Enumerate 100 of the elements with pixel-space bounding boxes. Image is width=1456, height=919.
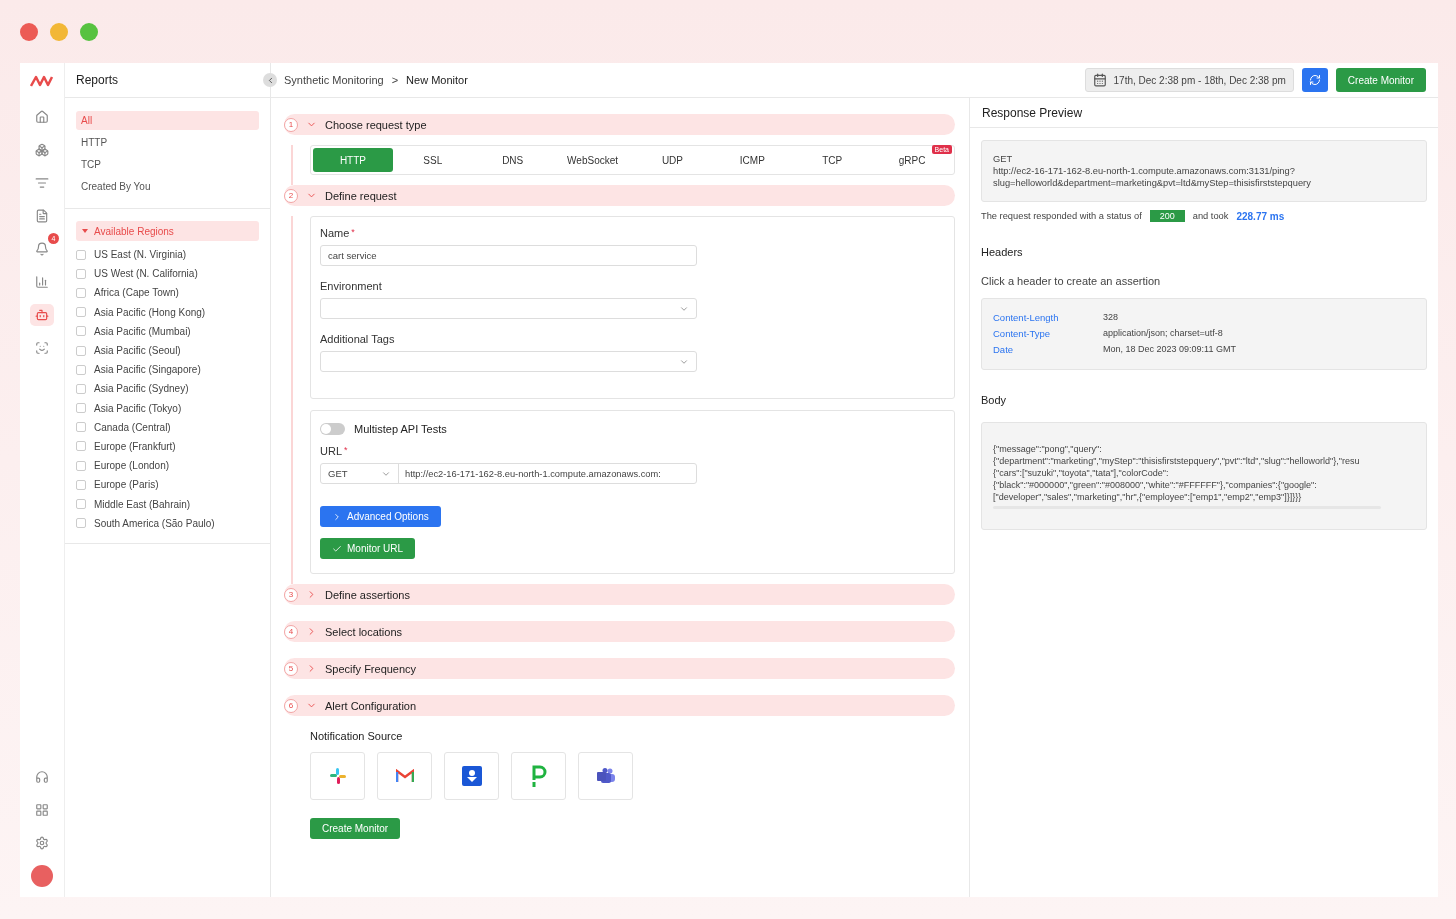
step-header[interactable]: 1 Choose request type [284,114,955,135]
robot-icon[interactable] [30,304,54,326]
date-range-picker[interactable]: 17th, Dec 2:38 pm - 18th, Dec 2:38 pm [1084,68,1294,92]
notification-source-button[interactable] [444,752,499,800]
mail-icon [395,769,414,783]
request-type-tab[interactable]: TCP [792,148,873,172]
region-label: Europe (Paris) [94,479,159,491]
checkbox[interactable] [76,268,86,279]
checkbox[interactable] [76,364,86,375]
step-header[interactable]: 3 Define assertions [284,584,955,605]
name-field[interactable]: cart service [320,245,697,266]
step-title: Define request [325,189,397,202]
field-label: Additional Tags [320,333,396,345]
create-monitor-button[interactable]: Create Monitor [310,818,401,839]
header-name[interactable]: Content-Length [993,311,1103,323]
header-name[interactable]: Content-Type [993,327,1103,339]
region-label: Europe (London) [94,460,170,472]
request-type-tab[interactable]: WebSocket [552,148,633,172]
tags-dropdown[interactable] [320,351,697,372]
step-number: 1 [284,117,298,132]
download-icon [461,766,482,786]
toggle-label: Multistep API Tests [354,423,447,435]
status-text: and took [1192,211,1229,221]
checkbox[interactable] [76,422,86,433]
header-name[interactable]: Date [993,343,1103,355]
chevron-right-icon [332,511,342,522]
step-header[interactable]: 6 Alert Configuration [284,695,955,716]
body-line: {"black":"#000000","green":"#008000","white":"#FFFFFF"},"companies":{"google": [993,479,1318,491]
monitor-url-button[interactable]: Monitor URL [320,538,416,559]
checkbox[interactable] [76,307,86,318]
team-icon [595,768,616,784]
advanced-options-button[interactable]: Advanced Options [320,506,441,527]
step-title: Select locations [325,625,403,638]
check-icon [332,543,342,554]
close-window-button[interactable] [20,22,38,41]
maximize-window-button[interactable] [80,22,98,41]
breadcrumb-link[interactable]: Synthetic Monitoring [284,74,384,86]
step-number: 2 [284,188,298,203]
request-type-tab[interactable]: HTTP [313,148,393,172]
caret-icon [82,229,88,233]
request-type-tab[interactable]: SSL [392,148,473,172]
field-label: Name * [320,227,356,239]
checkbox[interactable] [76,499,86,510]
section-title: Headers [981,246,1024,258]
checkbox[interactable] [76,287,86,298]
region-label: Asia Pacific (Singapore) [94,364,201,376]
filter-item[interactable]: HTTP [76,133,259,152]
checkbox[interactable] [76,383,86,394]
filter-item[interactable]: Created By You [76,177,259,196]
request-type-tab[interactable]: ICMP [712,148,793,172]
logo-icon [30,75,54,87]
checkbox[interactable] [76,403,86,414]
status-badge: 200 [1149,210,1185,222]
request-type-tab[interactable]: DNS [472,148,553,172]
filter-item[interactable]: TCP [76,155,259,174]
region-label: US West (N. California) [94,268,198,280]
toggle-switch[interactable] [320,423,345,435]
notification-source-button[interactable] [511,752,566,800]
field-label: URL * [320,445,349,457]
region-label: Asia Pacific (Mumbai) [94,325,191,337]
avatar[interactable] [31,865,53,887]
notification-source-button[interactable] [578,752,633,800]
step-title: Define assertions [325,588,410,601]
checkbox[interactable] [76,441,86,452]
body-line: {"message":"pong","query": [993,443,1103,455]
body-line: {"department":"marketing","myStep":"thisisfirststepquery","pvt":"ltd","slug":"helloworld"},"resu [993,455,1361,467]
minimize-window-button[interactable] [50,22,68,41]
duration-text: 228.77 ms [1236,210,1285,222]
step-header[interactable]: 5 Specify Frequency [284,658,955,679]
step-number: 5 [284,661,298,676]
pager-icon [530,765,547,787]
field-label: Environment [320,280,383,292]
checkbox[interactable] [76,518,86,529]
step-header[interactable]: 2 Define request [284,185,955,206]
region-label: Africa (Cape Town) [94,287,179,299]
step-number: 3 [284,587,298,602]
step-number: 6 [284,698,298,713]
checkbox[interactable] [76,345,86,356]
environment-dropdown[interactable] [320,298,697,319]
notification-source-button[interactable] [377,752,432,800]
checkbox[interactable] [76,479,86,490]
region-label: US East (N. Virginia) [94,249,187,261]
checkbox[interactable] [76,249,86,260]
region-label: Asia Pacific (Seoul) [94,345,181,357]
body-line: ["developer","sales","marketing","hr",{"employee":["emp1","emp2","emp3"]}]}}} [993,491,1303,503]
region-label: Asia Pacific (Sydney) [94,383,189,395]
status-text: The request responded with a status of [981,211,1142,221]
refresh-icon [1308,74,1321,86]
collapse-button[interactable] [263,73,277,87]
checkbox[interactable] [76,460,86,471]
region-label: Asia Pacific (Hong Kong) [94,306,206,318]
step-header[interactable]: 4 Select locations [284,621,955,642]
create-monitor-button[interactable]: Create Monitor [1335,68,1426,92]
region-label: Canada (Central) [94,421,171,433]
header-value: application/json; charset=utf-8 [1103,328,1223,338]
request-type-tab[interactable]: UDP [632,148,713,172]
checkbox[interactable] [76,326,86,337]
refresh-button[interactable] [1301,68,1328,92]
step-title: Alert Configuration [325,699,417,712]
request-line: GET [993,153,1014,165]
